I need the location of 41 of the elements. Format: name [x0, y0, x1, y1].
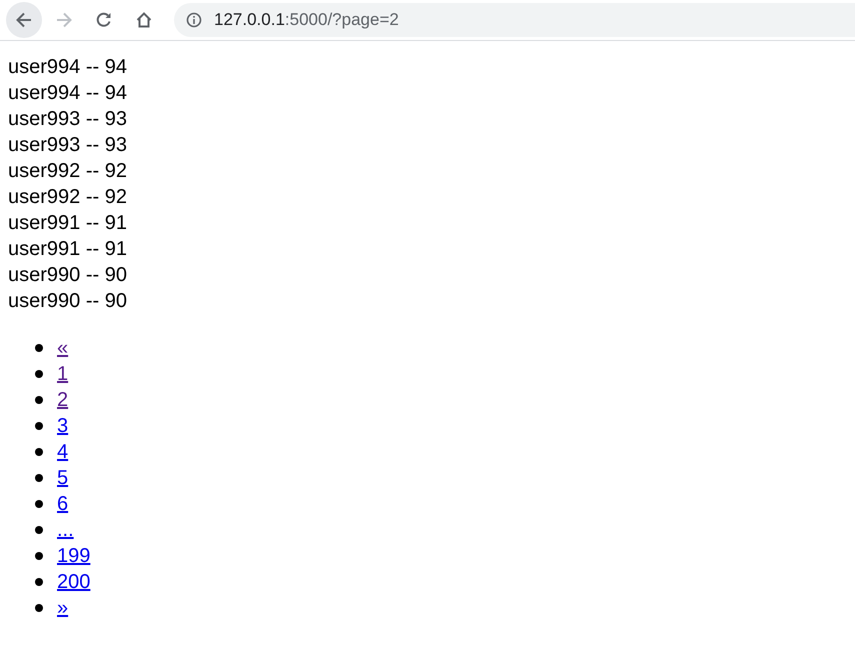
url-host: 127.0.0.1	[214, 10, 285, 30]
page-link[interactable]: ...	[57, 518, 74, 542]
bullet-icon	[35, 552, 43, 560]
bullet-icon	[35, 422, 43, 430]
bullet-icon	[35, 370, 43, 378]
bullet-icon	[35, 500, 43, 508]
user-entry: user991 -- 91	[8, 211, 128, 236]
page-link[interactable]: 5	[57, 466, 68, 490]
page-link[interactable]: 6	[57, 492, 68, 516]
user-entry: user994 -- 94	[8, 81, 128, 106]
page-link[interactable]: »	[57, 596, 68, 620]
url-path: :5000/?page=2	[284, 10, 399, 30]
bullet-icon	[35, 526, 43, 534]
bullet-icon	[35, 448, 43, 456]
user-entry: user992 -- 92	[8, 159, 128, 184]
address-bar[interactable]: 127.0.0.1:5000/?page=2	[174, 3, 855, 37]
back-arrow-icon	[15, 11, 33, 29]
page-link[interactable]: 4	[57, 440, 68, 464]
page-link[interactable]: 200	[57, 570, 90, 594]
user-entry: user994 -- 94	[8, 55, 128, 80]
bullet-icon	[35, 396, 43, 404]
bullet-icon	[35, 604, 43, 612]
bullet-icon	[35, 578, 43, 586]
page-link[interactable]: 1	[57, 362, 68, 386]
user-entry: user993 -- 93	[8, 133, 128, 158]
user-entry: user990 -- 90	[8, 289, 128, 314]
page-link[interactable]: «	[57, 336, 68, 360]
reload-icon	[95, 11, 113, 29]
user-entry: user992 -- 92	[8, 185, 128, 210]
page-link[interactable]: 199	[57, 544, 90, 568]
bullet-icon	[35, 474, 43, 482]
user-entry: user990 -- 90	[8, 263, 128, 288]
back-button[interactable]	[6, 2, 42, 38]
page-link[interactable]: 2	[57, 388, 68, 412]
user-entry: user993 -- 93	[8, 107, 128, 132]
page-link[interactable]: 3	[57, 414, 68, 438]
info-icon	[186, 12, 202, 28]
bullet-icon	[35, 344, 43, 352]
home-icon	[135, 11, 153, 29]
user-entry: user991 -- 91	[8, 237, 128, 262]
forward-arrow-icon	[55, 11, 73, 29]
